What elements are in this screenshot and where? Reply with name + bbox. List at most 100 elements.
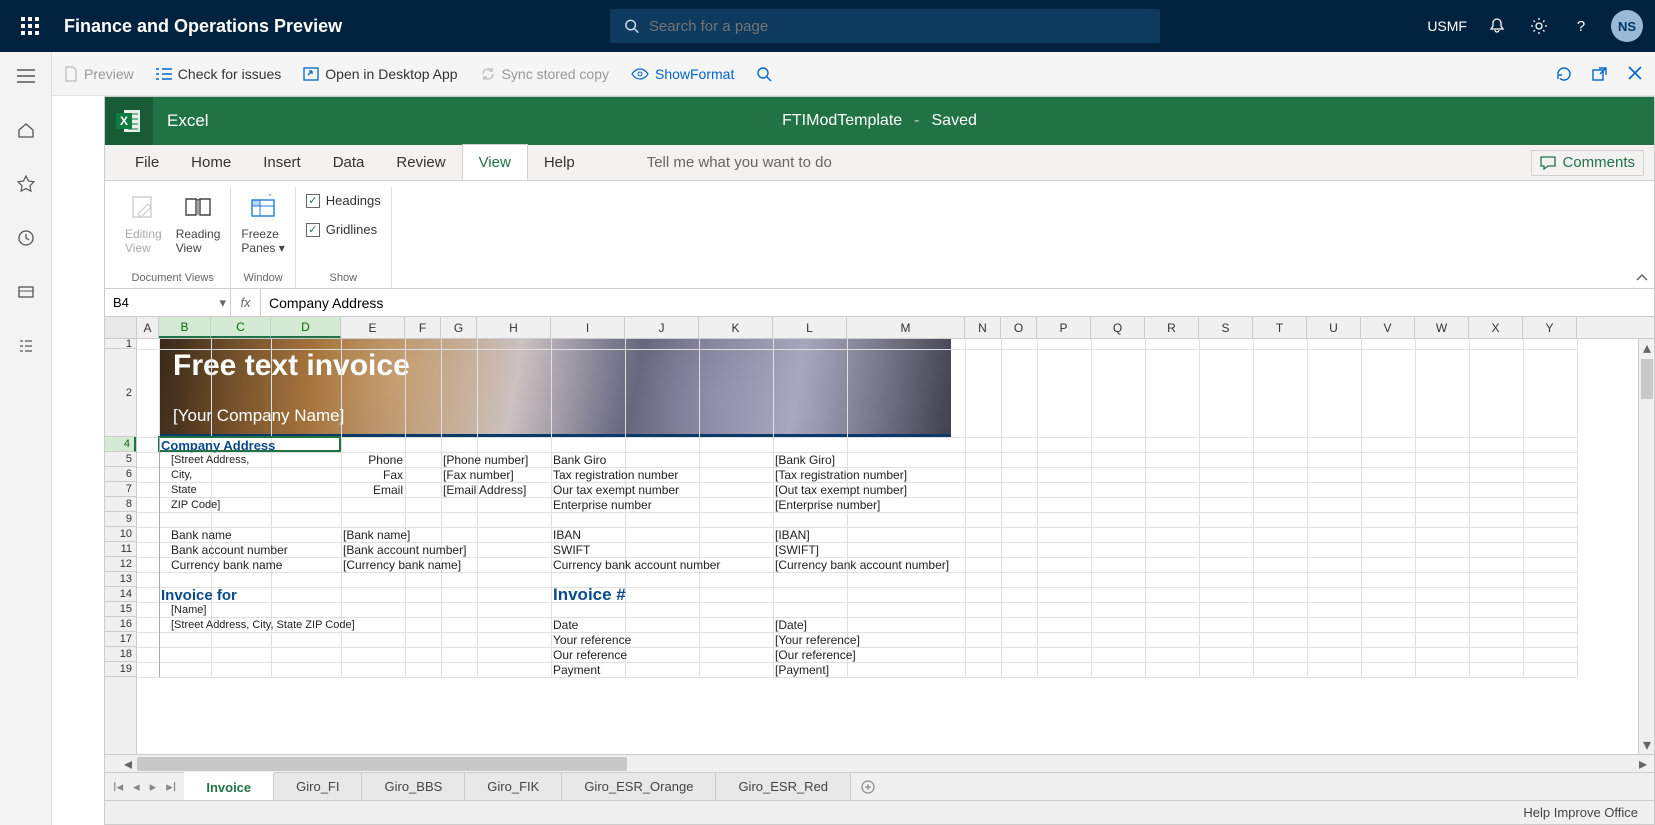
- cell-B8[interactable]: ZIP Code]: [171, 498, 220, 512]
- reading-view-button[interactable]: ReadingView: [176, 187, 221, 255]
- col-header-D[interactable]: D: [271, 317, 341, 338]
- cell-G5[interactable]: [Phone number]: [443, 453, 528, 467]
- name-box[interactable]: B4 ▾: [105, 289, 231, 316]
- cell-G6[interactable]: [Fax number]: [443, 468, 514, 482]
- cell-E12[interactable]: [Currency bank name]: [343, 558, 461, 572]
- preview-button[interactable]: Preview: [64, 66, 134, 82]
- row-header-5[interactable]: 5: [105, 452, 136, 467]
- col-header-F[interactable]: F: [405, 317, 441, 338]
- cell-B16[interactable]: [Street Address, City, State ZIP Code]: [171, 618, 355, 632]
- col-header-C[interactable]: C: [211, 317, 271, 338]
- recent-icon[interactable]: [8, 220, 44, 256]
- cell-B12[interactable]: Currency bank name: [171, 558, 282, 572]
- cell-B6[interactable]: City,: [171, 468, 192, 482]
- cell-I8[interactable]: Enterprise number: [553, 498, 652, 512]
- row-header-14[interactable]: 14: [105, 587, 136, 602]
- cell-B11[interactable]: Bank account number: [171, 543, 288, 557]
- cell-L17[interactable]: [Your reference]: [775, 633, 860, 647]
- tab-home[interactable]: Home: [175, 145, 247, 180]
- row-header-16[interactable]: 16: [105, 617, 136, 632]
- tab-review[interactable]: Review: [380, 145, 461, 180]
- status-text[interactable]: Help Improve Office: [1523, 805, 1638, 820]
- col-header-O[interactable]: O: [1001, 317, 1037, 338]
- col-header-V[interactable]: V: [1361, 317, 1415, 338]
- row-header-7[interactable]: 7: [105, 482, 136, 497]
- collapse-ribbon-icon[interactable]: [1636, 272, 1648, 284]
- tab-help[interactable]: Help: [528, 145, 591, 180]
- cell-I11[interactable]: SWIFT: [553, 543, 590, 557]
- row-header-6[interactable]: 6: [105, 467, 136, 482]
- cell-I14[interactable]: Invoice #: [553, 588, 626, 602]
- search-action-icon[interactable]: [756, 66, 772, 82]
- row-header-10[interactable]: 10: [105, 527, 136, 542]
- sheet-tab-invoice[interactable]: Invoice: [184, 772, 274, 800]
- col-header-A[interactable]: A: [137, 317, 159, 338]
- home-icon[interactable]: [8, 112, 44, 148]
- tab-insert[interactable]: Insert: [247, 145, 317, 180]
- cell-L16[interactable]: [Date]: [775, 618, 807, 632]
- cell-B10[interactable]: Bank name: [171, 528, 232, 542]
- chevron-down-icon[interactable]: ▾: [219, 295, 226, 311]
- col-header-U[interactable]: U: [1307, 317, 1361, 338]
- row-header-18[interactable]: 18: [105, 647, 136, 662]
- col-header-E[interactable]: E: [341, 317, 405, 338]
- entity-label[interactable]: USMF: [1427, 18, 1467, 34]
- fx-icon[interactable]: fx: [231, 289, 261, 316]
- col-header-J[interactable]: J: [625, 317, 699, 338]
- col-header-K[interactable]: K: [699, 317, 773, 338]
- sheet-tab-giro_fik[interactable]: Giro_FIK: [465, 773, 562, 800]
- add-sheet-button[interactable]: [851, 773, 885, 800]
- row-header-13[interactable]: 13: [105, 572, 136, 587]
- search-input[interactable]: [649, 18, 1146, 35]
- row-header-17[interactable]: 17: [105, 632, 136, 647]
- cell-I6[interactable]: Tax registration number: [553, 468, 678, 482]
- sheet-tab-giro_fi[interactable]: Giro_FI: [274, 773, 362, 800]
- tab-data[interactable]: Data: [317, 145, 381, 180]
- avatar[interactable]: NS: [1611, 10, 1643, 42]
- col-header-L[interactable]: L: [773, 317, 847, 338]
- cell-I17[interactable]: Your reference: [553, 633, 631, 647]
- comments-button[interactable]: Comments: [1531, 150, 1644, 176]
- vertical-scrollbar[interactable]: ▴ ▾: [1638, 339, 1654, 754]
- col-header-B[interactable]: B: [159, 317, 211, 338]
- col-header-G[interactable]: G: [441, 317, 477, 338]
- tab-view[interactable]: View: [462, 144, 528, 180]
- cell-L18[interactable]: [Our reference]: [775, 648, 856, 662]
- col-header-R[interactable]: R: [1145, 317, 1199, 338]
- cell-L8[interactable]: [Enterprise number]: [775, 498, 880, 512]
- cell-I12[interactable]: Currency bank account number: [553, 558, 720, 572]
- sheet-nav[interactable]: I◂◂▸▸I: [105, 773, 184, 800]
- tab-file[interactable]: File: [119, 145, 175, 180]
- spreadsheet-grid[interactable]: ABCDEFGHIJKLMNOPQRSTUVWXY 12456789101112…: [105, 317, 1654, 772]
- cell-G7[interactable]: [Email Address]: [443, 483, 526, 497]
- sheet-tab-giro_esr_orange[interactable]: Giro_ESR_Orange: [562, 773, 716, 800]
- cell-L5[interactable]: [Bank Giro]: [775, 453, 835, 467]
- cell-L7[interactable]: [Out tax exempt number]: [775, 483, 907, 497]
- gridlines-checkbox[interactable]: ✓Gridlines: [306, 222, 381, 237]
- cell-B4[interactable]: Company Address: [161, 438, 275, 452]
- cell-E6[interactable]: Fax: [343, 468, 403, 482]
- cell-I18[interactable]: Our reference: [553, 648, 627, 662]
- sheet-tab-giro_bbs[interactable]: Giro_BBS: [362, 773, 465, 800]
- cell-B5[interactable]: [Street Address,: [171, 453, 249, 467]
- cell-I19[interactable]: Payment: [553, 663, 600, 677]
- cell-B7[interactable]: State: [171, 483, 197, 497]
- close-icon[interactable]: [1627, 65, 1643, 83]
- hamburger-icon[interactable]: [8, 58, 44, 94]
- col-header-I[interactable]: I: [551, 317, 625, 338]
- help-icon[interactable]: ?: [1569, 14, 1593, 38]
- cell-B14[interactable]: Invoice for: [161, 588, 237, 602]
- row-header-8[interactable]: 8: [105, 497, 136, 512]
- cell-I7[interactable]: Our tax exempt number: [553, 483, 679, 497]
- select-all-corner[interactable]: [105, 317, 137, 338]
- check-issues-button[interactable]: Check for issues: [156, 66, 281, 82]
- search-box[interactable]: [610, 9, 1160, 43]
- row-header-4[interactable]: 4: [105, 437, 136, 452]
- cell-E7[interactable]: Email: [343, 483, 403, 497]
- cell-L10[interactable]: [IBAN]: [775, 528, 810, 542]
- row-header-19[interactable]: 19: [105, 662, 136, 677]
- freeze-panes-button[interactable]: * FreezePanes ▾: [241, 187, 284, 255]
- cell-I5[interactable]: Bank Giro: [553, 453, 606, 467]
- cell-I10[interactable]: IBAN: [553, 528, 581, 542]
- app-launcher-icon[interactable]: [12, 8, 48, 44]
